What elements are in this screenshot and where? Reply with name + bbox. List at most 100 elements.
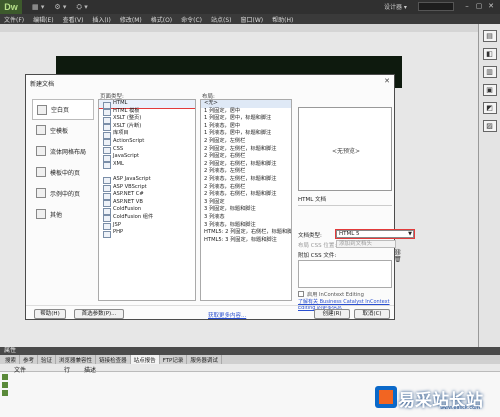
page-type-aspnet-csharp[interactable]: ASP.NET C# [99,191,195,200]
layout-item[interactable]: HTML5: 3 列固定，标题和脚注 [201,237,291,245]
behaviors-panel-icon[interactable]: ◩ [482,102,497,114]
help-button[interactable]: 帮助(H) [34,309,66,319]
run-report-icon[interactable] [2,374,8,380]
menu-site[interactable]: 站点(S) [211,15,232,24]
layout-item[interactable]: 2 列液态，右侧栏 [201,184,291,192]
layout-item[interactable]: 1 列固定，居中，标题和脚注 [201,115,291,123]
page-type-actionscript[interactable]: ActionScript [99,138,195,147]
maximize-icon[interactable]: ▢ [474,1,484,11]
layout-icon[interactable]: ▦ ▾ [32,3,44,11]
layout-item[interactable]: 1 列液态，居中，标题和脚注 [201,130,291,138]
divider [26,305,394,306]
site-icon[interactable]: ⛭ ▾ [76,3,87,12]
menu-modify[interactable]: 修改(M) [120,15,142,24]
category-blank-page[interactable]: 空白页 [32,99,94,120]
page-type-css[interactable]: CSS [99,146,195,154]
snippets-panel-icon[interactable]: ▨ [482,120,497,132]
preview-text: <无预览> [331,148,361,155]
menu-commands[interactable]: 命令(C) [181,15,202,24]
layout-item[interactable]: 3 列液态 [201,214,291,222]
properties-panel-header[interactable]: 属性 [0,347,500,355]
page-type-coldfusion-component[interactable]: ColdFusion 组件 [99,214,195,222]
results-tabs: 搜索 参考 验证 浏览器兼容性 链接检查器 站点报告 FTP记录 服务器调试 [0,355,500,364]
css-position-select[interactable]: 添加到文档头 [336,240,396,248]
category-blank-template[interactable]: 空模板 [32,120,94,141]
search-input[interactable] [418,2,454,11]
results-columns: 文件 行 描述 [0,364,500,374]
category-page-from-template[interactable]: 模板中的页 [32,162,94,183]
info-icon[interactable] [2,390,8,396]
files-panel-icon[interactable]: ▥ [482,66,497,78]
page-type-php[interactable]: PHP [99,229,195,238]
cancel-button[interactable]: 取消(C) [354,309,390,319]
incontext-checkbox[interactable] [298,291,304,297]
workspace-switcher[interactable]: 设计器 ▾ [384,2,407,11]
close-icon[interactable]: ✕ [486,1,496,11]
column-line[interactable]: 行 [64,365,70,374]
page-type-list[interactable]: HTML HTML 模板 XSLT (整页) XSLT (片断) 库项目 Act… [98,99,196,301]
page-type-xml[interactable]: XML [99,161,195,169]
window-controls: – ▢ ✕ [462,1,496,11]
page-type-jsp[interactable]: JSP [99,222,195,230]
page-type-coldfusion[interactable]: ColdFusion [99,206,195,215]
layout-item[interactable]: 2 列液态，右侧栏，标题和脚注 [201,191,291,199]
page-type-library-item[interactable]: 库项目 [99,130,195,139]
layout-item[interactable]: 2 列液态，左侧栏，标题和脚注 [201,176,291,184]
sample-page-icon [36,188,46,198]
menu-file[interactable]: 文件(F) [4,15,24,24]
close-icon[interactable]: ✕ [384,77,390,85]
category-page-from-sample[interactable]: 示例中的页 [32,183,94,204]
incontext-label: 启用 InContext Editing [307,292,364,298]
page-type-asp-javascript[interactable]: ASP JavaScript [99,176,195,185]
menu-edit[interactable]: 编辑(E) [33,15,53,24]
doctype-label: 文档类型: [298,233,322,239]
extend-icon[interactable]: ⚙ ▾ [54,3,66,11]
menu-window[interactable]: 窗口(W) [241,15,264,24]
page-type-xslt-full[interactable]: XSLT (整页) [99,115,195,124]
tab-reference[interactable]: 参考 [20,355,39,364]
menu-format[interactable]: 格式(O) [151,15,172,24]
tab-site-reports[interactable]: 站点报告 [130,355,160,364]
category-other[interactable]: 其他 [32,204,94,225]
category-fluid-grid[interactable]: 流体网格布局 [32,141,94,162]
attach-css-label: 附加 CSS 文件: [298,253,337,259]
menu-view[interactable]: 查看(V) [63,15,84,24]
page-type-html[interactable]: HTML [99,100,195,109]
page-type-asp-vbscript[interactable]: ASP VBScript [99,184,195,192]
get-more-content-link[interactable]: 获取更多内容... [208,311,246,319]
tab-server-debug[interactable]: 服务器调试 [187,355,222,364]
blank-page-icon [37,105,47,115]
create-button[interactable]: 创建(R) [314,309,350,319]
layout-item[interactable]: 3 列液态，标题和脚注 [201,222,291,230]
column-file[interactable]: 文件 [14,365,26,374]
css-position-label: 布局 CSS 位置: [298,243,337,249]
layout-item[interactable]: 2 列固定，左侧栏 [201,138,291,146]
stop-icon[interactable] [2,382,8,388]
layout-list[interactable]: <无> 1 列固定，居中 1 列固定，居中，标题和脚注 1 列液态，居中 1 列… [200,99,292,301]
menu-insert[interactable]: 插入(I) [92,15,110,24]
tab-browser-compat[interactable]: 浏览器兼容性 [56,355,97,364]
tab-validation[interactable]: 验证 [38,355,57,364]
layout-item[interactable]: 2 列固定，右侧栏 [201,153,291,161]
menu-help[interactable]: 帮助(H) [272,15,293,24]
template-icon [36,125,46,135]
tab-search[interactable]: 搜索 [2,355,21,364]
css-panel-icon[interactable]: ◧ [482,48,497,60]
tab-link-checker[interactable]: 链接检查器 [96,355,131,364]
page-type-javascript[interactable]: JavaScript [99,153,195,162]
attached-css-list[interactable] [298,260,392,288]
attach-css-tools[interactable]: ⛓ 🗑 [394,249,402,263]
page-type-aspnet-vb[interactable]: ASP.NET VB [99,199,195,207]
chevron-down-icon: ▼ [408,231,412,237]
layout-none[interactable]: <无> [201,100,291,108]
assets-panel-icon[interactable]: ▣ [482,84,497,96]
doctype-select[interactable]: HTML 5 ▼ [335,229,415,239]
tab-ftp-log[interactable]: FTP记录 [160,355,188,364]
insert-panel-icon[interactable]: ▤ [482,30,497,42]
layout-item[interactable]: 3 列固定，标题和脚注 [201,206,291,214]
layout-item[interactable]: HTML5: 2 列固定，右侧栏，标题和脚注 [201,229,291,237]
minimize-icon[interactable]: – [462,1,472,11]
layout-item[interactable]: 2 列液态，左侧栏 [201,168,291,176]
column-description[interactable]: 描述 [84,365,96,374]
preferences-button[interactable]: 首选参数(P)... [74,309,124,319]
